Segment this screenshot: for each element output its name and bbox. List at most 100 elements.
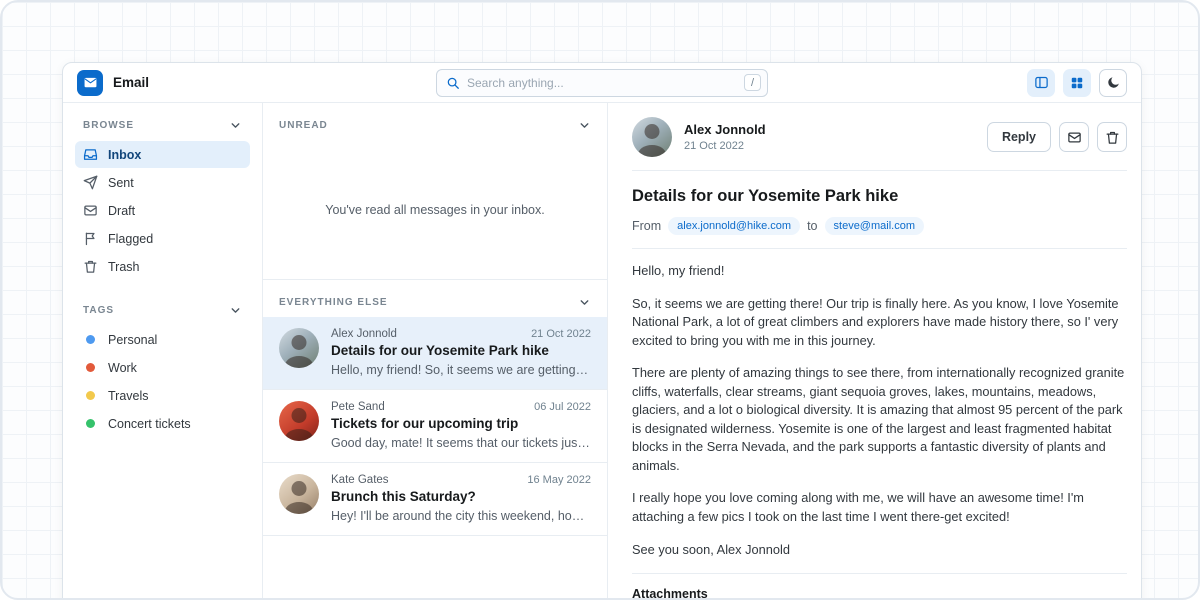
apps-grid-button[interactable] [1063,69,1091,97]
everything-else-label: Everything else [279,297,388,308]
email-subject: Details for our Yosemite Park hike [331,343,591,358]
tag-item-work[interactable]: Work [75,354,250,381]
tag-label: Travels [108,389,149,403]
email-date: 16 May 2022 [527,474,591,486]
sidebar-item-label: Inbox [108,148,141,162]
detail-subject: Details for our Yosemite Park hike [632,187,1127,206]
inbox-icon [83,147,98,162]
tag-label: Concert tickets [108,417,191,431]
from-to-row: From alex.jonnold@hike.com to steve@mail… [632,217,1127,235]
everything-else-section-header[interactable]: Everything else [263,280,607,317]
desktop-background: Email / [0,0,1200,600]
unread-empty-message: You've read all messages in your inbox. [263,140,607,280]
sidebar-item-label: Trash [108,260,140,274]
email-item-content: Alex Jonnold 21 Oct 2022 Details for our… [331,328,591,377]
sidebar-item-label: Sent [108,176,134,190]
mail-icon [1067,130,1082,145]
tag-dot-icon [86,391,95,400]
email-item-content: Kate Gates 16 May 2022 Brunch this Satur… [331,474,591,523]
to-label: to [807,219,817,233]
sidebar-item-flagged[interactable]: Flagged [75,225,250,252]
dark-mode-toggle-button[interactable] [1099,69,1127,97]
sidebar: Browse Inbox [63,103,263,600]
tag-label: Personal [108,333,157,347]
search-bar[interactable]: / [436,69,768,97]
email-date: 06 Jul 2022 [534,401,591,413]
email-list-column: Unread You've read all messages in your … [263,103,608,600]
sidebar-item-inbox[interactable]: Inbox [75,141,250,168]
email-sender: Pete Sand [331,401,385,413]
header-actions [1027,69,1127,97]
app-header: Email / [63,63,1141,103]
reply-button[interactable]: Reply [987,122,1051,152]
email-preview: Good day, mate! It seems that our ticket… [331,436,591,450]
main-area: Browse Inbox [63,103,1141,600]
attachments-label: Attachments [632,587,1127,600]
sidebar-item-trash[interactable]: Trash [75,253,250,280]
avatar [279,328,319,368]
detail-actions: Reply [987,122,1127,152]
body-paragraph: So, it seems we are getting there! Our t… [632,295,1127,351]
from-email-chip[interactable]: alex.jonnold@hike.com [668,217,800,235]
apps-grid-icon [1070,76,1084,90]
to-email-chip[interactable]: steve@mail.com [825,217,924,235]
detail-sender-name: Alex Jonnold [684,122,766,137]
chevron-down-icon [229,304,242,317]
email-preview: Hello, my friend! So, it seems we are ge… [331,363,591,377]
tag-item-travels[interactable]: Travels [75,382,250,409]
from-label: From [632,219,661,233]
email-subject: Brunch this Saturday? [331,489,591,504]
unread-section-label: Unread [279,120,328,131]
avatar [279,401,319,441]
tag-label: Work [108,361,137,375]
email-sender: Alex Jonnold [331,328,397,340]
email-list-item[interactable]: Pete Sand 06 Jul 2022 Tickets for our up… [263,390,607,463]
trash-icon [83,259,98,274]
divider [632,248,1127,249]
tags-section-header[interactable]: Tags [75,304,250,317]
unread-section-header[interactable]: Unread [263,103,607,140]
mail-logo-icon [83,75,98,90]
send-icon [83,175,98,190]
avatar [632,117,672,157]
tag-dot-icon [86,363,95,372]
avatar [279,474,319,514]
body-paragraph: I really hope you love coming along with… [632,489,1127,526]
body-paragraph: Hello, my friend! [632,262,1127,281]
detail-date: 21 Oct 2022 [684,140,766,152]
browse-section-label: Browse [83,120,134,131]
search-icon [446,76,460,90]
search-input[interactable] [467,76,737,90]
layout-sidebar-icon [1034,75,1049,90]
trash-icon [1105,130,1120,145]
layout-sidebar-button[interactable] [1027,69,1055,97]
tag-item-personal[interactable]: Personal [75,326,250,353]
sidebar-item-label: Draft [108,204,135,218]
moon-icon [1106,75,1121,90]
tags-section: Tags Personal Work [75,304,250,437]
body-paragraph: See you soon, Alex Jonnold [632,541,1127,560]
tag-dot-icon [86,419,95,428]
forward-mail-button[interactable] [1059,122,1089,152]
email-list-item[interactable]: Alex Jonnold 21 Oct 2022 Details for our… [263,317,607,390]
tag-dot-icon [86,335,95,344]
flag-icon [83,231,98,246]
body-paragraph: There are plenty of amazing things to se… [632,364,1127,475]
email-preview: Hey! I'll be around the city this weeken… [331,509,591,523]
detail-sender-block: Alex Jonnold 21 Oct 2022 [684,122,766,152]
delete-button[interactable] [1097,122,1127,152]
divider [632,573,1127,574]
tag-item-concert-tickets[interactable]: Concert tickets [75,410,250,437]
email-list-item[interactable]: Kate Gates 16 May 2022 Brunch this Satur… [263,463,607,536]
email-body: Hello, my friend! So, it seems we are ge… [632,262,1127,559]
email-detail-pane: Alex Jonnold 21 Oct 2022 Reply [608,103,1141,600]
sidebar-item-sent[interactable]: Sent [75,169,250,196]
divider [632,170,1127,171]
sidebar-item-label: Flagged [108,232,153,246]
tags-section-label: Tags [83,305,114,316]
detail-header: Alex Jonnold 21 Oct 2022 Reply [632,117,1127,157]
sidebar-item-draft[interactable]: Draft [75,197,250,224]
browse-section-header[interactable]: Browse [75,119,250,132]
chevron-down-icon [229,119,242,132]
chevron-down-icon [578,119,591,132]
